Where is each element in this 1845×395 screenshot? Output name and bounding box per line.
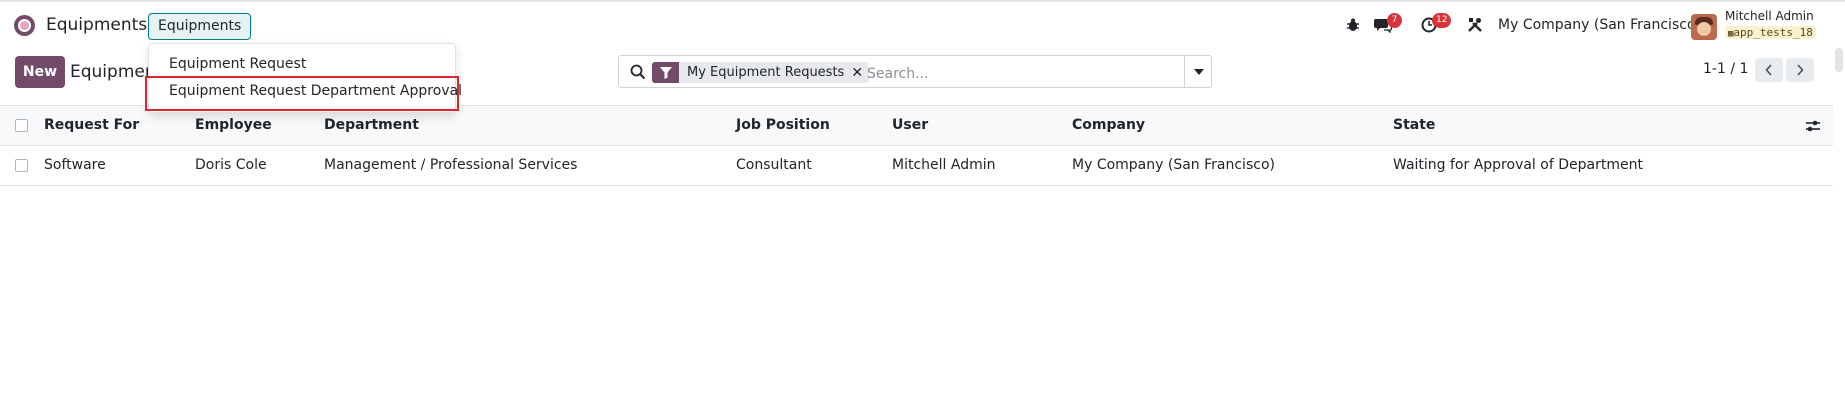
- bug-icon[interactable]: [1343, 15, 1363, 35]
- cell-state: Waiting for Approval of Department: [1393, 157, 1643, 173]
- filter-icon: [652, 62, 679, 83]
- search-facet: My Equipment Requests ✕: [652, 62, 870, 83]
- search-icon[interactable]: [629, 63, 647, 81]
- database-badge: ▩app_tests_18: [1725, 26, 1816, 39]
- app-logo-icon[interactable]: [14, 15, 35, 36]
- cell-request-for: Software: [44, 157, 106, 173]
- search-input[interactable]: [865, 62, 1169, 85]
- column-request-for[interactable]: Request For: [44, 106, 139, 145]
- equipments-menu-button[interactable]: Equipments: [148, 13, 252, 40]
- tools-icon[interactable]: [1465, 15, 1485, 35]
- app-name[interactable]: Equipments: [46, 15, 147, 35]
- highlight-box: [145, 76, 459, 111]
- row-checkbox[interactable]: [15, 159, 28, 172]
- chat-count-badge: 7: [1387, 13, 1402, 28]
- pager-value[interactable]: 1-1 / 1: [1703, 61, 1748, 77]
- cell-user: Mitchell Admin: [892, 157, 996, 173]
- facet-label: My Equipment Requests: [687, 65, 845, 80]
- activity-count-badge: 12: [1432, 13, 1452, 28]
- cell-company: My Company (San Francisco): [1072, 157, 1275, 173]
- column-user[interactable]: User: [892, 106, 928, 145]
- column-state[interactable]: State: [1393, 106, 1435, 145]
- search-bar: My Equipment Requests ✕: [618, 55, 1212, 88]
- optional-columns-icon[interactable]: [1805, 118, 1821, 134]
- column-job-position[interactable]: Job Position: [736, 106, 830, 145]
- chevron-right-icon: [1797, 64, 1804, 76]
- navbar: Equipments Equipments 7 12 My Company (S…: [0, 2, 1845, 48]
- cell-job-position: Consultant: [736, 157, 812, 173]
- scrollbar-thumb[interactable]: [1835, 48, 1843, 72]
- caret-down-icon: [1194, 68, 1204, 75]
- user-name[interactable]: Mitchell Admin: [1725, 9, 1814, 23]
- table-row[interactable]: Software Doris Cole Management / Profess…: [0, 146, 1833, 186]
- company-switcher[interactable]: My Company (San Francisco): [1498, 17, 1701, 33]
- column-company[interactable]: Company: [1072, 106, 1145, 145]
- cell-employee: Doris Cole: [195, 157, 267, 173]
- chevron-left-icon: [1765, 64, 1772, 76]
- pager-previous-button[interactable]: [1755, 58, 1783, 82]
- new-button[interactable]: New: [15, 56, 65, 88]
- user-avatar[interactable]: [1691, 14, 1717, 40]
- menu-item-equipment-request[interactable]: Equipment Request: [169, 56, 306, 72]
- pager-next-button[interactable]: [1786, 58, 1814, 82]
- cell-department: Management / Professional Services: [324, 157, 578, 173]
- search-options-toggle[interactable]: [1184, 56, 1213, 87]
- database-name: app_tests_18: [1733, 26, 1813, 39]
- select-all-checkbox[interactable]: [15, 119, 28, 132]
